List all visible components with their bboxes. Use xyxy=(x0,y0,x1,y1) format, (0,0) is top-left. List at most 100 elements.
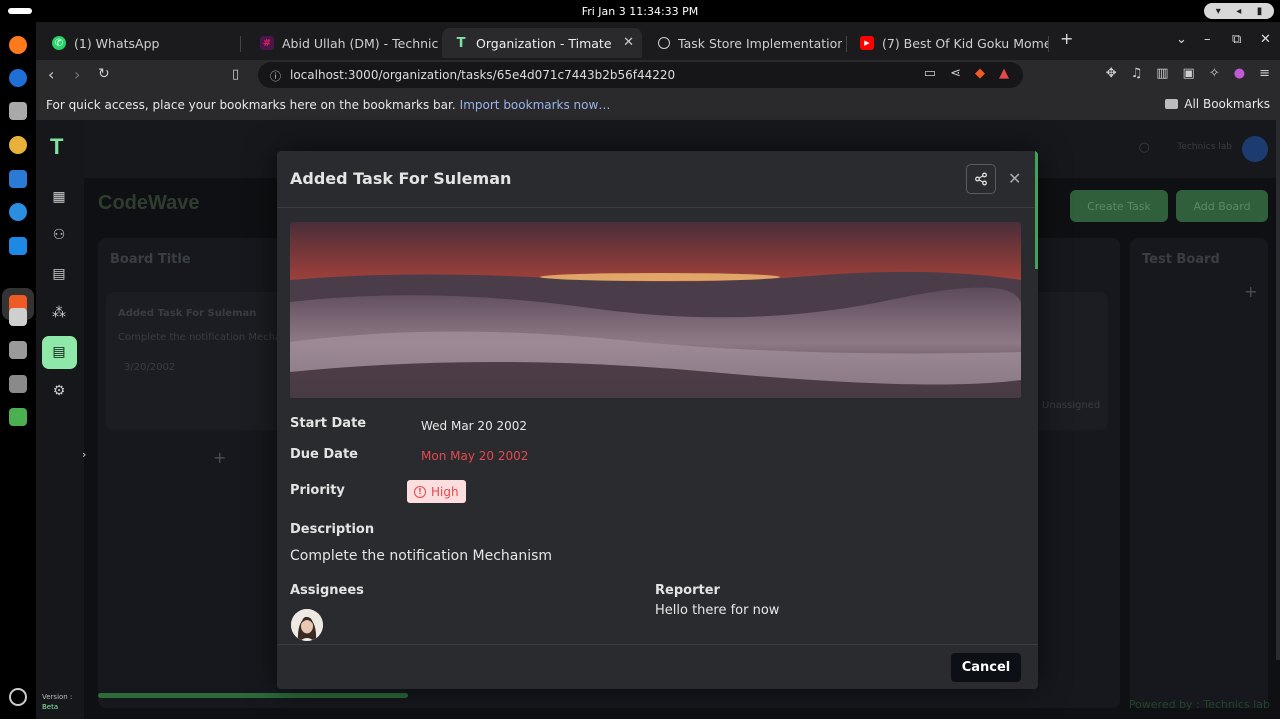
vscode-icon[interactable] xyxy=(9,237,27,255)
app-dock xyxy=(0,22,36,719)
brave-shields-icon[interactable]: ◆ xyxy=(975,66,985,81)
leo-ai-icon[interactable]: ✧ xyxy=(1209,66,1220,81)
tab-task-store[interactable]: Task Store Implementation xyxy=(646,28,842,58)
system-clock[interactable]: Fri Jan 3 11:34:33 PM xyxy=(582,5,699,18)
profile-icon[interactable]: ● xyxy=(1234,66,1245,81)
sidebar-icon[interactable]: ▥ xyxy=(1156,66,1168,81)
task-cover-image xyxy=(290,222,1021,398)
create-task-button[interactable]: Create Task xyxy=(1070,190,1168,222)
new-tab-button[interactable]: + xyxy=(1060,29,1073,48)
media-icon[interactable]: ♫ xyxy=(1131,66,1143,81)
rhythmbox-icon[interactable] xyxy=(9,136,27,154)
browser-tab-bar: ✆ (1) WhatsApp # Abid Ullah (DM) - Techn… xyxy=(36,22,1280,60)
minimize-icon[interactable]: – xyxy=(1204,32,1211,47)
reload-icon[interactable]: ↻ xyxy=(98,66,110,82)
timate-icon: T xyxy=(456,35,466,51)
add-card-icon[interactable]: + xyxy=(1244,282,1257,301)
version-info: Version : Beta xyxy=(42,692,72,712)
priority-badge: ! High xyxy=(407,480,466,503)
tab-separator xyxy=(1048,36,1049,52)
assignees-label: Assignees xyxy=(290,583,364,598)
board-title: Test Board xyxy=(1142,252,1220,267)
page-scrollbar[interactable] xyxy=(1276,120,1280,660)
assignee-avatar[interactable] xyxy=(291,609,323,641)
tab-youtube[interactable]: ▶ (7) Best Of Kid Goku Momen xyxy=(848,28,1048,58)
tab-slack[interactable]: # Abid Ullah (DM) - Technics La xyxy=(248,28,438,58)
back-icon[interactable]: ‹ xyxy=(48,65,54,84)
cancel-button[interactable]: Cancel xyxy=(951,653,1021,682)
modal-header: Added Task For Suleman ✕ xyxy=(277,151,1038,208)
dashboard-icon[interactable]: ▦ xyxy=(50,188,68,206)
restore-icon[interactable]: ⧉ xyxy=(1232,32,1241,47)
card-date: 3/20/2002 xyxy=(124,362,176,373)
site-info-icon[interactable]: ⓘ xyxy=(270,68,281,84)
forward-icon[interactable]: › xyxy=(74,65,80,84)
terminal-icon[interactable] xyxy=(9,375,27,393)
import-bookmarks-link[interactable]: Import bookmarks now… xyxy=(460,98,611,112)
menu-icon[interactable]: ≡ xyxy=(1259,66,1270,81)
slack-icon: # xyxy=(260,36,274,50)
due-date-label: Due Date xyxy=(290,447,358,462)
bell-icon[interactable]: ○ xyxy=(1139,140,1150,155)
bookmarks-hint: For quick access, place your bookmarks h… xyxy=(46,98,456,112)
wifi-icon: ▾ xyxy=(1215,5,1221,17)
whatsapp-icon: ✆ xyxy=(52,36,66,50)
all-bookmarks-button[interactable]: All Bookmarks xyxy=(1165,97,1270,111)
url-text[interactable]: localhost:3000/organization/tasks/65e4d0… xyxy=(290,68,675,82)
document-icon[interactable] xyxy=(9,308,27,326)
extensions-icon[interactable]: ✥ xyxy=(1106,66,1117,81)
share-icon xyxy=(975,172,987,186)
browser-toolbar: ‹ › ↻ ▯ ⓘ localhost:3000/organization/ta… xyxy=(36,60,1280,90)
activities-indicator[interactable] xyxy=(8,8,32,14)
tab-search-chevron-icon[interactable]: ⌄ xyxy=(1176,32,1187,47)
app-grid-icon[interactable] xyxy=(9,688,27,706)
card-title: Added Task For Suleman xyxy=(118,308,257,319)
text-editor-icon[interactable] xyxy=(9,341,27,359)
share-button[interactable] xyxy=(966,164,996,194)
tab-label: Organization - Timate xyxy=(476,35,612,51)
firefox-icon[interactable] xyxy=(9,36,27,54)
tab-whatsapp[interactable]: ✆ (1) WhatsApp xyxy=(40,28,240,58)
system-status-menu[interactable]: ▾ ◂ ▮ xyxy=(1204,3,1274,19)
close-icon[interactable]: ✕ xyxy=(1008,169,1021,188)
add-card-icon[interactable]: + xyxy=(213,448,226,467)
help-icon[interactable] xyxy=(9,203,27,221)
cast-icon[interactable]: ▭ xyxy=(924,66,936,81)
teams-icon[interactable]: ⁂ xyxy=(50,304,68,322)
battery-icon: ▮ xyxy=(1256,5,1263,17)
settings-gear-icon[interactable]: ⚙ xyxy=(50,382,68,400)
version-value: Beta xyxy=(42,703,59,711)
tab-close-icon[interactable]: ✕ xyxy=(623,35,634,50)
boards-icon[interactable]: ▤ xyxy=(50,265,68,283)
wallet-icon[interactable]: ▣ xyxy=(1183,66,1195,81)
reporter-value: Hello there for now xyxy=(655,603,780,618)
app-logo[interactable]: T xyxy=(50,134,63,160)
brave-rewards-icon[interactable]: ▲ xyxy=(999,66,1009,81)
all-bookmarks-label: All Bookmarks xyxy=(1184,97,1270,111)
bookmark-icon[interactable]: ▯ xyxy=(232,67,239,82)
thunderbird-icon[interactable] xyxy=(9,69,27,87)
files-icon[interactable] xyxy=(9,102,27,120)
tab-separator xyxy=(240,36,241,52)
modal-footer: Cancel xyxy=(277,644,1038,689)
tab-label: (1) WhatsApp xyxy=(74,35,160,51)
workspace-title: CodeWave xyxy=(98,192,200,214)
modal-title: Added Task For Suleman xyxy=(290,169,512,188)
add-board-button[interactable]: Add Board xyxy=(1176,190,1268,222)
share-icon[interactable]: ⋖ xyxy=(950,66,961,81)
user-avatar[interactable] xyxy=(1242,136,1268,162)
volume-icon: ◂ xyxy=(1236,5,1242,17)
users-icon[interactable]: ⚇ xyxy=(50,226,68,244)
address-bar[interactable]: ⓘ localhost:3000/organization/tasks/65e4… xyxy=(258,62,1023,88)
tab-organization-timate[interactable]: T Organization - Timate ✕ xyxy=(442,28,642,58)
modal-scrollbar[interactable] xyxy=(1035,151,1038,269)
sidebar-expand-chevron-icon[interactable]: › xyxy=(82,448,86,461)
chatgpt-icon xyxy=(658,37,670,49)
trash-icon[interactable] xyxy=(9,408,27,426)
writer-icon[interactable] xyxy=(9,170,27,188)
app-sidebar: T ▦ ⚇ ▤ ⁂ ▤ ⚙ › Version : Beta xyxy=(36,120,86,719)
priority-label: Priority xyxy=(290,483,345,498)
window-close-icon[interactable]: ✕ xyxy=(1260,32,1271,47)
start-date-label: Start Date xyxy=(290,416,367,431)
tab-label: Abid Ullah (DM) - Technics La xyxy=(282,35,438,51)
